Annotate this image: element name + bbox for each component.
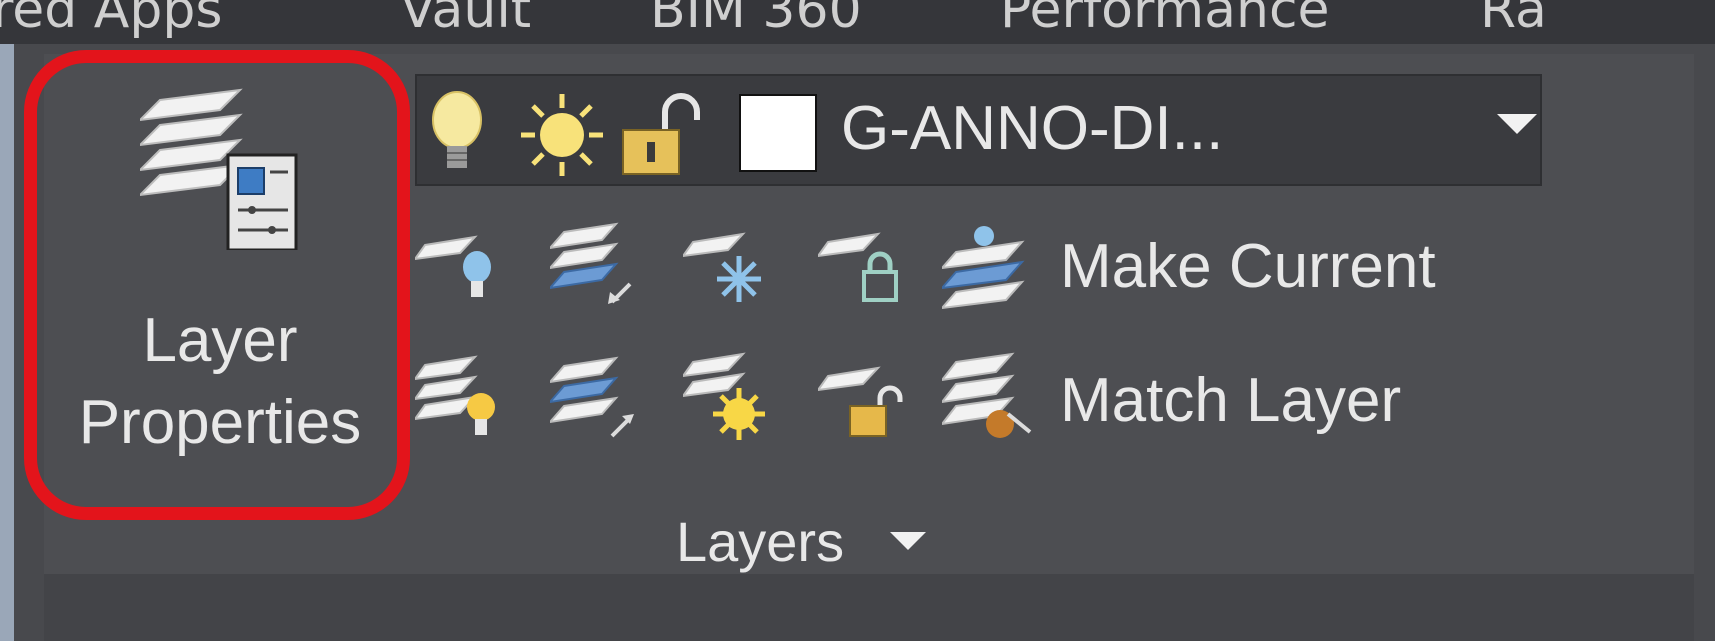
lightbulb-on-icon[interactable] (427, 88, 487, 178)
ribbon-tab-more[interactable]: Ra (1480, 0, 1547, 40)
ribbon-tab-performance[interactable]: Performance (1000, 0, 1330, 40)
layer-on-icon[interactable] (415, 355, 505, 445)
layer-unlock-icon[interactable] (818, 362, 908, 447)
layer-lock-icon[interactable] (818, 228, 908, 308)
ribbon-tab-vault[interactable]: Vault (400, 0, 531, 40)
chevron-down-icon[interactable] (1497, 114, 1537, 134)
layer-properties-button[interactable]: Layer Properties (45, 70, 395, 510)
layers-panel-title[interactable]: Layers (676, 514, 844, 570)
match-layer-icon[interactable] (942, 352, 1042, 447)
layers-panel-footer[interactable] (44, 574, 1694, 641)
current-layer-name: G-ANNO-DI... (841, 94, 1224, 163)
sun-thawed-icon[interactable] (517, 90, 607, 180)
make-current-button[interactable]: Make Current (1060, 236, 1436, 298)
layer-freeze-icon[interactable] (683, 228, 773, 308)
layer-dropdown[interactable]: G-ANNO-DI... (415, 74, 1542, 186)
match-layer-button[interactable]: Match Layer (1060, 370, 1401, 432)
layer-unisolate-icon[interactable] (550, 352, 640, 442)
ribbon-tab-featured-apps[interactable]: red Apps (0, 0, 222, 40)
layer-thaw-icon[interactable] (683, 352, 773, 447)
chevron-down-icon[interactable] (890, 532, 926, 550)
layer-properties-label-line2: Properties (78, 388, 362, 457)
layer-off-icon[interactable] (415, 225, 505, 305)
make-current-icon[interactable] (942, 222, 1042, 312)
left-edge-strip (0, 44, 14, 641)
ribbon-tab-strip: red Apps Vault BIM 360 Performance Ra (0, 0, 1715, 44)
layer-properties-label-line1: Layer (142, 306, 298, 375)
layer-isolate-icon[interactable] (550, 218, 640, 308)
lock-open-icon[interactable] (617, 90, 707, 180)
layer-stack-properties-icon (140, 88, 298, 250)
ribbon-tab-bim360[interactable]: BIM 360 (650, 0, 862, 40)
layer-color-swatch (739, 94, 817, 172)
